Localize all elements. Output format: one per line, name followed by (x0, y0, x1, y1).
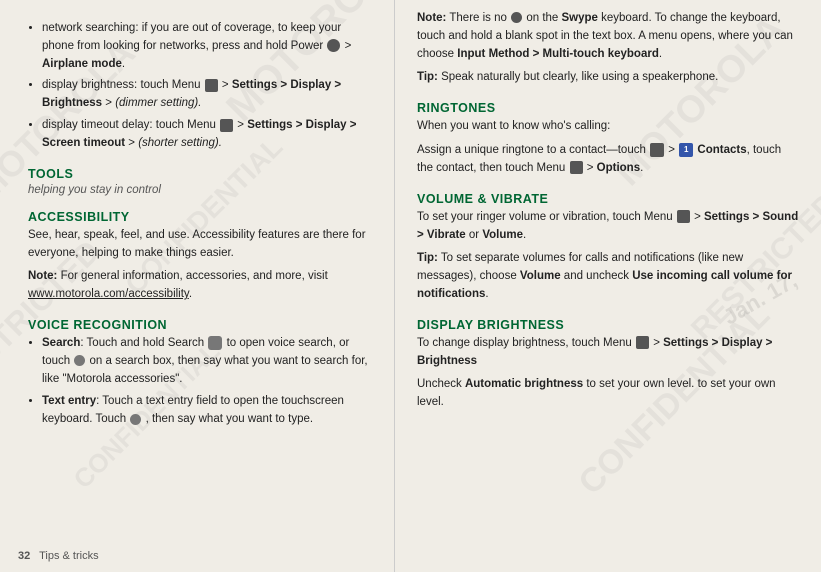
mic-icon (74, 355, 85, 366)
ringtones-assign: Assign a unique ringtone to a contact—to… (417, 142, 799, 178)
volume-tip: Tip: To set separate volumes for calls a… (417, 250, 799, 303)
menu-icon-2 (220, 119, 233, 132)
input-method-path: Input Method > Multi-touch keyboard (457, 48, 659, 60)
display-body2: Uncheck Automatic brightness to set your… (417, 376, 799, 412)
top-note-end: . (659, 48, 662, 60)
search-icon (208, 336, 222, 350)
top-note-body1: There is no (449, 12, 510, 24)
volume-tip-label: Tip: (417, 252, 438, 264)
volume-body: To set your ringer volume or vibration, … (417, 209, 799, 245)
shorter-setting: (shorter setting). (138, 137, 222, 149)
accessibility-note-end: . (189, 288, 192, 300)
tip-body: Speak naturally but clearly, like using … (441, 71, 718, 83)
menu-icon-ringtones (570, 161, 583, 174)
volume-volume-label: Volume (482, 229, 523, 241)
volume-tip-bold: Volume (520, 270, 561, 282)
right-column: Note: There is no on the Swype keyboard.… (395, 0, 821, 572)
accessibility-note-body: For general information, accessories, an… (61, 270, 328, 282)
tools-heading: TOOLS (28, 167, 372, 181)
airplane-mode-text: Airplane mode (42, 58, 122, 70)
page-footer: 32 Tips & tricks (18, 550, 99, 562)
menu-icon (205, 79, 218, 92)
left-column: network searching: if you are out of cov… (0, 0, 395, 572)
mic-icon-2 (130, 414, 141, 425)
volume-heading: VOLUME & VIBRATE (417, 192, 799, 206)
page-number: 32 (18, 550, 30, 562)
display-heading: DISPLAY BRIGHTNESS (417, 318, 799, 332)
text-entry-label: Text entry (42, 395, 96, 407)
ringtones-heading: RINGTONES (417, 101, 799, 115)
power-round-icon (327, 39, 340, 52)
top-note: Note: There is no on the Swype keyboard.… (417, 10, 799, 63)
footer-label: Tips & tricks (39, 550, 99, 562)
contacts-label: Contacts (697, 144, 746, 156)
bullet-timeout: display timeout delay: touch Menu > Sett… (42, 117, 372, 153)
voice-bullet-text-entry: Text entry: Touch a text entry field to … (42, 393, 372, 429)
volume-tip-end: and uncheck (561, 270, 633, 282)
accessibility-heading: ACCESSIBILITY (28, 210, 372, 224)
menu-icon-volume (677, 210, 690, 223)
accessibility-body: See, hear, speak, feel, and use. Accessi… (28, 227, 372, 263)
accessibility-note: Note: For general information, accessori… (28, 268, 372, 304)
bullet-brightness: display brightness: touch Menu > Setting… (42, 77, 372, 113)
mic-icon-note (511, 12, 522, 23)
display-body: To change display brightness, touch Menu… (417, 335, 799, 371)
tip-label: Tip: (417, 71, 438, 83)
search-label: Search (42, 337, 80, 349)
display-body2-end: to set your own level. (583, 378, 694, 390)
contacts-icon: 1 (679, 143, 693, 157)
menu-round-icon (650, 143, 664, 157)
volume-tip-period: . (485, 288, 488, 300)
voice-bullet-search: Search: Touch and hold Search to open vo… (42, 335, 372, 388)
voice-heading: VOICE RECOGNITION (28, 318, 372, 332)
top-note-label: Note: (417, 12, 446, 24)
accessibility-note-label: Note: (28, 270, 57, 282)
voice-bullets: Search: Touch and hold Search to open vo… (42, 335, 372, 429)
intro-bullets: network searching: if you are out of cov… (42, 20, 372, 153)
volume-settings-path: Settings > Sound > Vibrate (417, 211, 798, 241)
display-settings-path: Settings > Display > Brightness (417, 337, 772, 367)
ringtones-intro: When you want to know who's calling: (417, 118, 799, 136)
top-note-on-swype: on the (526, 12, 561, 24)
auto-brightness-label: Automatic brightness (465, 378, 583, 390)
menu-icon-display (636, 336, 649, 349)
top-tip: Tip: Speak naturally but clearly, like u… (417, 69, 799, 87)
accessibility-url: www.motorola.com/accessibility (28, 288, 189, 300)
ringtones-options: > Options. (587, 162, 644, 174)
page-container: MOTOROLA CONFIDENTIAL RESTRICTED MOTOROL… (0, 0, 821, 572)
swype-label: Swype (562, 12, 598, 24)
bullet-network: network searching: if you are out of cov… (42, 20, 372, 73)
tools-subheading: helping you stay in control (28, 184, 372, 196)
dimmer-setting: (dimmer setting). (115, 97, 201, 109)
